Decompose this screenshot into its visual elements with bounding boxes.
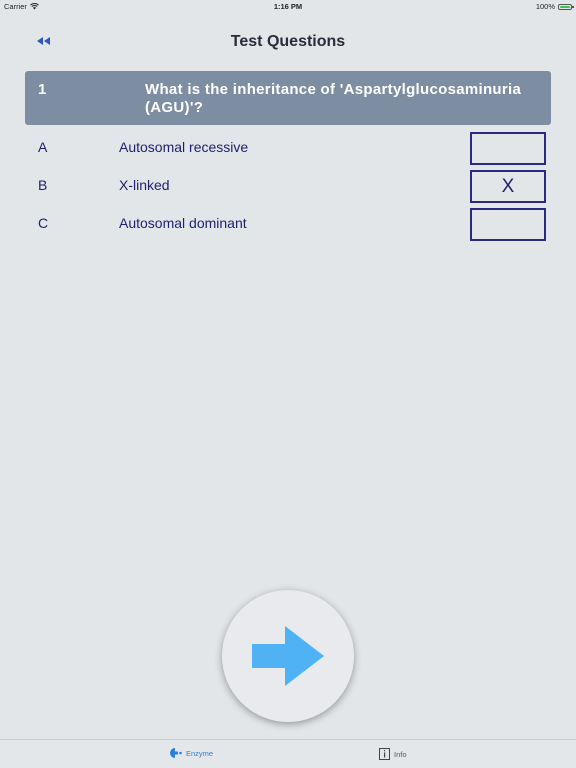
info-icon	[379, 748, 390, 760]
arrow-right-icon	[252, 626, 324, 686]
question-number: 1	[38, 81, 47, 98]
answer-letter: C	[38, 215, 49, 231]
answer-checkbox-b[interactable]: X	[470, 170, 546, 203]
answer-checkbox-a[interactable]	[470, 132, 546, 165]
battery-icon	[558, 3, 574, 10]
tab-info[interactable]: Info	[379, 748, 407, 760]
answer-letter: B	[38, 177, 48, 193]
tab-enzyme-label: Enzyme	[186, 748, 214, 758]
tab-bar: Enzyme Info	[0, 739, 576, 768]
status-bar: Carrier 1:16 PM 100%	[0, 0, 576, 12]
answer-text: Autosomal recessive	[119, 139, 249, 155]
tab-info-label: Info	[394, 749, 407, 759]
battery-percent: 100%	[535, 2, 555, 11]
question-text: What is the inheritance of 'Aspartylgluc…	[145, 81, 522, 116]
next-button[interactable]	[222, 590, 354, 722]
answer-letter: A	[38, 139, 48, 155]
question-header: 1 What is the inheritance of 'Aspartylgl…	[25, 71, 551, 125]
status-time: 1:16 PM	[273, 2, 303, 11]
answer-row-a: A Autosomal recessive	[0, 132, 576, 166]
navigation-bar: Test Questions	[0, 28, 576, 56]
answer-row-c: C Autosomal dominant	[0, 208, 576, 242]
battery-indicator: 100%	[535, 2, 574, 11]
answer-row-b: B X-linked X	[0, 170, 576, 204]
answer-checkbox-c[interactable]	[470, 208, 546, 241]
page-title: Test Questions	[230, 33, 346, 50]
answer-text: Autosomal dominant	[119, 215, 247, 231]
enzyme-icon	[170, 748, 182, 758]
tab-enzyme[interactable]: Enzyme	[170, 748, 213, 758]
answer-text: X-linked	[119, 177, 170, 193]
